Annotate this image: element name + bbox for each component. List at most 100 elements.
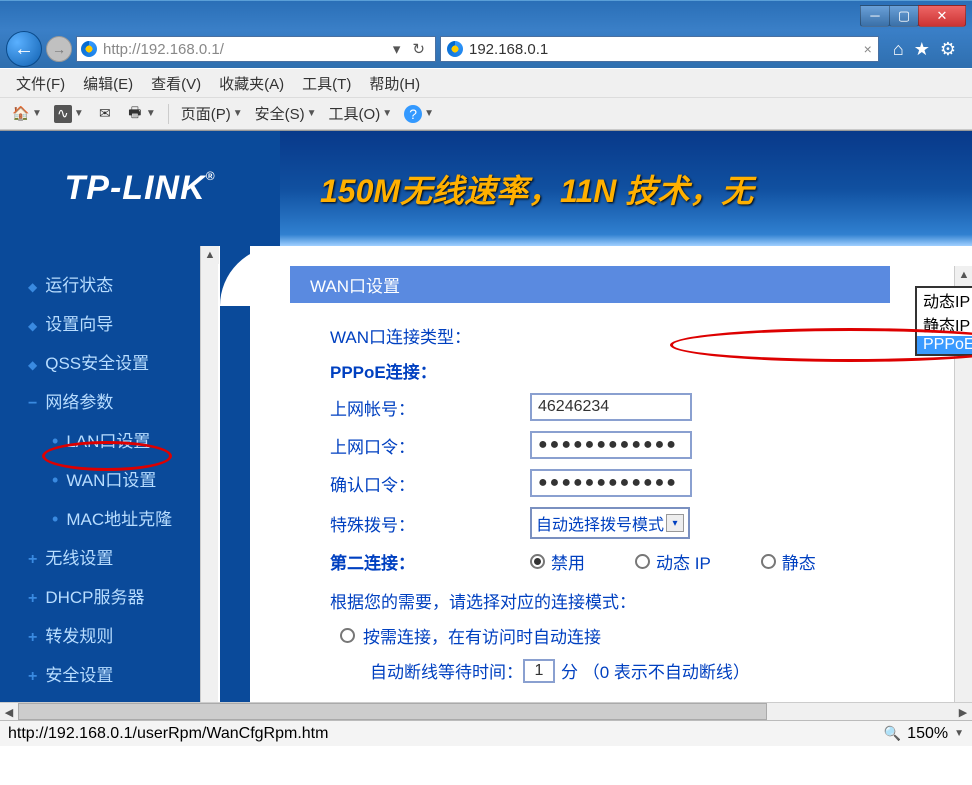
tab-title: 192.168.0.1: [469, 41, 548, 58]
scroll-up-icon[interactable]: ▲: [201, 246, 219, 264]
settings-gear-icon[interactable]: ⚙: [940, 39, 956, 60]
radio-icon: [530, 554, 545, 569]
page-content: TP-LINK® 150M无线速率，11N 技术，无 运行状态设置向导QSS安全…: [0, 130, 972, 720]
printer-icon: 🖶: [126, 105, 144, 123]
wan-type-option-pppoe[interactable]: PPPoE: [917, 336, 972, 354]
scroll-right-icon[interactable]: ▶: [954, 703, 972, 720]
confirm-password-input[interactable]: ●●●●●●●●●●●●: [530, 469, 692, 497]
url-input[interactable]: http://192.168.0.1/ ▾ ↻: [76, 36, 436, 62]
idle-time-input[interactable]: [523, 659, 555, 683]
special-dial-select[interactable]: 自动选择拨号模式 ▾: [530, 507, 690, 539]
maximize-button[interactable]: ▢: [889, 5, 919, 27]
sidebar-item-10[interactable]: 安全设置: [28, 654, 200, 693]
tools-menu[interactable]: 工具(O) ▼: [325, 101, 397, 126]
home-button[interactable]: 🏠▼: [8, 103, 46, 125]
tab-close-icon[interactable]: ×: [864, 41, 872, 57]
account-input[interactable]: [530, 393, 692, 421]
mode-hint-text: 根据您的需要，请选择对应的连接模式：: [330, 588, 636, 613]
mail-button[interactable]: ✉: [92, 103, 118, 125]
menu-file[interactable]: 文件(F): [8, 70, 73, 97]
wan-type-label: WAN口连接类型：: [330, 323, 530, 348]
sidebar-item-0[interactable]: 运行状态: [28, 264, 200, 303]
sidebar-item-4[interactable]: LAN口设置: [28, 420, 200, 459]
scroll-left-icon[interactable]: ◀: [0, 703, 18, 720]
sidebar-item-1[interactable]: 设置向导: [28, 303, 200, 342]
sidebar-scrollbar[interactable]: ▲ ▼: [200, 246, 218, 720]
sidebar-item-8[interactable]: DHCP服务器: [28, 576, 200, 615]
minimize-button[interactable]: ─: [860, 5, 890, 27]
password-input[interactable]: ●●●●●●●●●●●●: [530, 431, 692, 459]
sidebar-item-3[interactable]: 网络参数: [28, 381, 200, 420]
sidebar-nav: 运行状态设置向导QSS安全设置网络参数LAN口设置WAN口设置MAC地址克隆无线…: [0, 246, 200, 720]
print-button[interactable]: 🖶▼: [122, 103, 160, 125]
address-bar: ← → http://192.168.0.1/ ▾ ↻ 192.168.0.1 …: [0, 30, 972, 68]
menu-help[interactable]: 帮助(H): [361, 70, 428, 97]
chevron-down-icon[interactable]: ▾: [666, 514, 684, 532]
close-button[interactable]: ✕: [918, 5, 966, 27]
page-menu[interactable]: 页面(P) ▼: [177, 101, 247, 126]
menu-edit[interactable]: 编辑(E): [75, 70, 141, 97]
zoom-dropdown-icon[interactable]: ▼: [954, 728, 964, 739]
menu-bar: 文件(F) 编辑(E) 查看(V) 收藏夹(A) 工具(T) 帮助(H): [0, 68, 972, 98]
rss-icon: ∿: [54, 105, 72, 123]
logo-text: TP-LINK®: [65, 169, 216, 208]
idle-time-label: 自动断线等待时间：: [370, 658, 523, 683]
url-dropdown-icon[interactable]: ▾: [387, 40, 407, 58]
zoom-level: 150%: [907, 725, 948, 743]
wan-type-dropdown-list[interactable]: 动态IP 静态IP PPPoE: [915, 286, 972, 356]
account-label: 上网帐号：: [330, 395, 530, 420]
window-titlebar: ─ ▢ ✕: [0, 0, 972, 30]
wan-type-option-dynamic[interactable]: 动态IP: [917, 288, 972, 312]
second-conn-dynamic-radio[interactable]: 动态 IP: [635, 549, 711, 574]
sidebar-item-5[interactable]: WAN口设置: [28, 459, 200, 498]
banner-image: 150M无线速率，11N 技术，无: [280, 131, 972, 246]
help-button[interactable]: ?▼: [400, 103, 438, 125]
special-dial-label: 特殊拨号：: [330, 511, 530, 536]
ie-icon: [447, 41, 463, 57]
status-url: http://192.168.0.1/userRpm/WanCfgRpm.htm: [8, 725, 328, 743]
banner-tagline: 150M无线速率，11N 技术，无: [320, 166, 753, 212]
browser-tab[interactable]: 192.168.0.1 ×: [440, 36, 879, 62]
radio-icon: [761, 554, 776, 569]
password-label: 上网口令：: [330, 433, 530, 458]
banner: TP-LINK® 150M无线速率，11N 技术，无: [0, 131, 972, 246]
special-dial-value: 自动选择拨号模式: [536, 511, 664, 535]
idle-time-suffix: 分 （0 表示不自动断线）: [561, 658, 750, 683]
nav-back-button[interactable]: ←: [6, 31, 42, 67]
nav-forward-button[interactable]: →: [46, 36, 72, 62]
radio-icon: [635, 554, 650, 569]
safety-menu[interactable]: 安全(S) ▼: [251, 101, 321, 126]
sidebar-item-9[interactable]: 转发规则: [28, 615, 200, 654]
confirm-password-label: 确认口令：: [330, 471, 530, 496]
sidebar-item-7[interactable]: 无线设置: [28, 537, 200, 576]
status-bar: http://192.168.0.1/userRpm/WanCfgRpm.htm…: [0, 720, 972, 746]
second-conn-static-radio[interactable]: 静态: [761, 549, 816, 574]
sidebar-item-6[interactable]: MAC地址克隆: [28, 498, 200, 537]
command-bar: 🏠▼ ∿▼ ✉ 🖶▼ 页面(P) ▼ 安全(S) ▼ 工具(O) ▼ ?▼: [0, 98, 972, 130]
favorites-icon[interactable]: ★: [914, 39, 930, 60]
menu-favorites[interactable]: 收藏夹(A): [211, 70, 292, 97]
panel-title: WAN口设置: [290, 266, 890, 303]
url-text: http://192.168.0.1/: [103, 41, 224, 58]
menu-tools[interactable]: 工具(T): [294, 70, 359, 97]
home-icon[interactable]: ⌂: [893, 39, 904, 60]
scroll-up-icon[interactable]: ▲: [955, 266, 972, 284]
second-conn-disable-radio[interactable]: 禁用: [530, 549, 585, 574]
scrollbar-thumb[interactable]: [18, 703, 767, 720]
horizontal-scrollbar[interactable]: ◀ ▶: [0, 702, 972, 720]
ie-icon: [81, 41, 97, 57]
home-icon: 🏠: [12, 105, 30, 123]
mail-icon: ✉: [96, 105, 114, 123]
wan-type-option-static[interactable]: 静态IP: [917, 312, 972, 336]
on-demand-radio[interactable]: 按需连接，在有访问时自动连接: [340, 623, 601, 648]
help-icon: ?: [404, 105, 422, 123]
sidebar-item-2[interactable]: QSS安全设置: [28, 342, 200, 381]
refresh-icon[interactable]: ↻: [406, 40, 431, 58]
logo: TP-LINK®: [0, 131, 280, 246]
menu-view[interactable]: 查看(V): [143, 70, 209, 97]
zoom-icon[interactable]: 🔍: [884, 725, 901, 742]
second-conn-label: 第二连接：: [330, 549, 530, 574]
feeds-button[interactable]: ∿▼: [50, 103, 88, 125]
radio-icon: [340, 628, 355, 643]
pppoe-heading: PPPoE连接：: [330, 358, 530, 383]
